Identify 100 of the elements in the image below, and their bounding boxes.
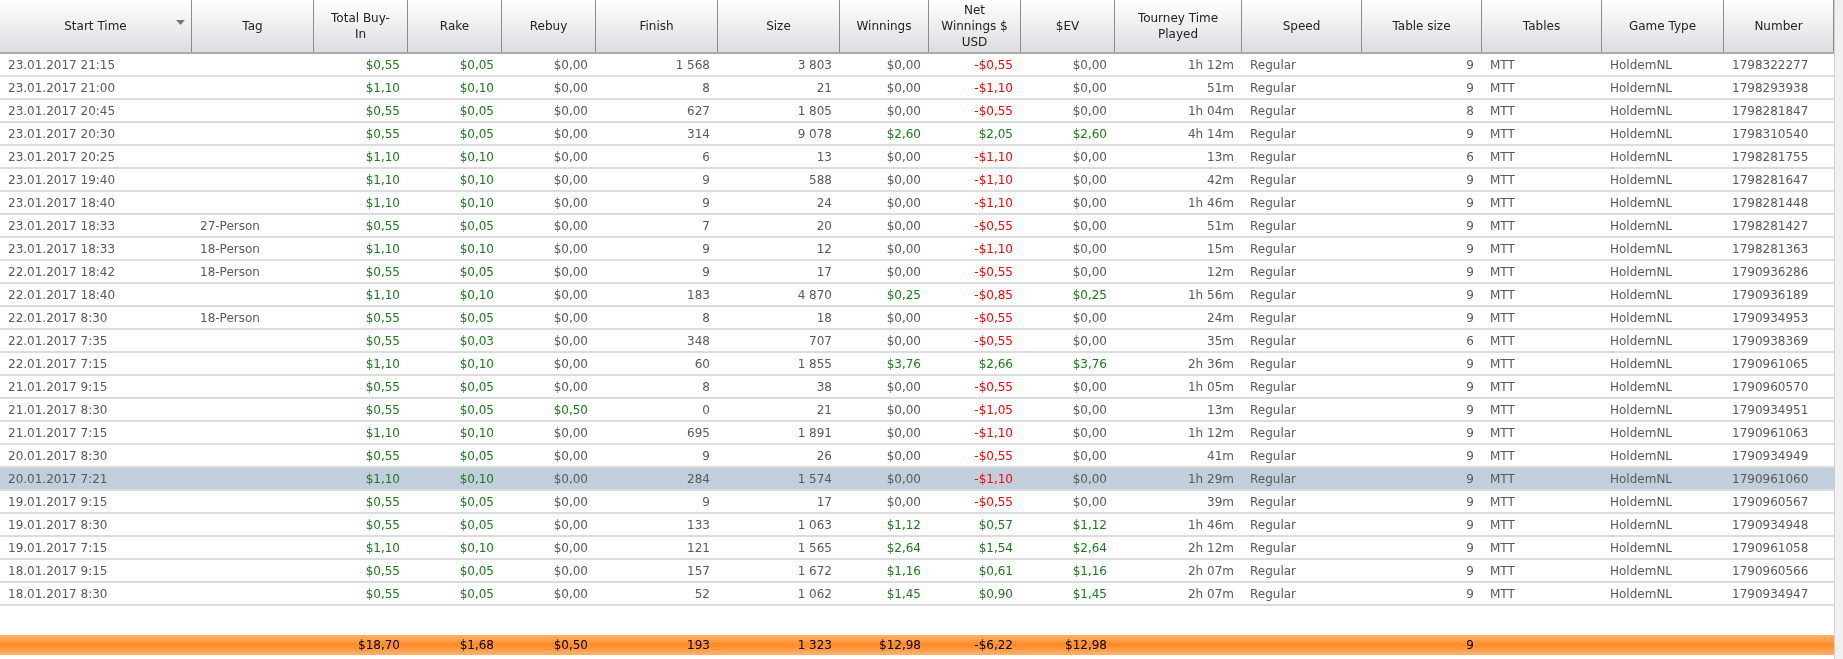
table-cell-text: HoldemNL [1610, 148, 1673, 166]
table-cell-text: $0,05 [459, 263, 494, 281]
table-cell-text: 1790961058 [1732, 539, 1809, 557]
total-value: -$6,22 [974, 637, 1013, 654]
table-cell-text: $0,57 [978, 516, 1013, 534]
table-cell-text: 22.01.2017 18:42 [8, 263, 116, 281]
table-cell-text: $0,00 [886, 470, 921, 488]
column-header[interactable]: Tag [192, 0, 314, 52]
table-cell-text: 1790936189 [1732, 286, 1809, 304]
table-cell-text: 1h 29m [1188, 470, 1234, 488]
column-header[interactable]: Start Time [0, 0, 192, 52]
table-cell-text: 9 [1466, 447, 1474, 465]
table-cell-text: $3,76 [886, 355, 921, 373]
table-cell-text: HoldemNL [1610, 401, 1673, 419]
column-header[interactable]: Net Winnings $ USD [929, 0, 1021, 52]
table-cell-text: 1790934947 [1732, 585, 1809, 603]
table-cell-text: 18.01.2017 9:15 [8, 562, 108, 580]
column-header[interactable]: Game Type [1602, 0, 1724, 52]
table-cell-text: HoldemNL [1610, 355, 1673, 373]
table-cell-text: $1,10 [365, 286, 400, 304]
table-cell-text: 24m [1207, 309, 1234, 327]
table-cell-text: 1 062 [797, 585, 832, 603]
table-cell-text: 9 [1466, 539, 1474, 557]
table-cell-text: MTT [1490, 562, 1515, 580]
table-cell-text: $1,10 [365, 355, 400, 373]
table-cell-text: 1790960566 [1732, 562, 1809, 580]
table-cell-text: MTT [1490, 79, 1515, 97]
table-cell-text: 9 [1466, 516, 1474, 534]
table-cell-text: 23.01.2017 21:15 [8, 56, 116, 74]
column-header[interactable]: Table size [1362, 0, 1482, 52]
table-cell-text: $0,25 [886, 286, 921, 304]
table-cell-text: $0,05 [459, 447, 494, 465]
table-cell-text: $1,10 [365, 79, 400, 97]
table-cell-text: $1,45 [1072, 585, 1107, 603]
table-cell-text: 2h 07m [1188, 585, 1234, 603]
table-cell-text: 1 574 [797, 470, 832, 488]
column-header[interactable]: Rebuy [502, 0, 596, 52]
table-cell-text: 183 [687, 286, 710, 304]
column-header[interactable]: Tourney Time Played [1115, 0, 1242, 52]
table-cell-text: $0,55 [365, 309, 400, 327]
table-cell-text: 1790961060 [1732, 470, 1809, 488]
column-header[interactable]: Rake [408, 0, 502, 52]
table-cell-text: $0,00 [886, 148, 921, 166]
column-header[interactable]: Total Buy-In [314, 0, 408, 52]
column-header[interactable]: Speed [1242, 0, 1362, 52]
column-header[interactable]: $EV [1021, 0, 1115, 52]
table-cell-text: 157 [687, 562, 710, 580]
table-cell-text: $0,00 [553, 539, 588, 557]
table-cell-text: $0,00 [553, 217, 588, 235]
total-value: $18,70 [358, 637, 400, 654]
table-cell-text: $0,10 [459, 240, 494, 258]
table-cell-text: HoldemNL [1610, 447, 1673, 465]
table-cell-text: 9 [1466, 355, 1474, 373]
table-cell-text: $0,00 [1072, 309, 1107, 327]
table-cell-text: 1798281647 [1732, 171, 1809, 189]
table-cell-text: HoldemNL [1610, 470, 1673, 488]
table-cell-text: $0,55 [365, 56, 400, 74]
table-cell-text: $0,10 [459, 194, 494, 212]
table-cell-text: 1h 05m [1188, 378, 1234, 396]
table-cell-text: $0,00 [886, 217, 921, 235]
table-cell-text: 1h 46m [1188, 516, 1234, 534]
table-cell-text: 23.01.2017 20:25 [8, 148, 116, 166]
table-cell-text: $0,00 [553, 332, 588, 350]
table-cell-text: Regular [1250, 539, 1297, 557]
column-header[interactable]: Winnings [840, 0, 929, 52]
table-cell-text: $3,76 [1072, 355, 1107, 373]
table-cell-text: 9 [1466, 286, 1474, 304]
table-cell-text: MTT [1490, 171, 1515, 189]
table-cell-text: Regular [1250, 148, 1297, 166]
table-cell-text: 1h 46m [1188, 194, 1234, 212]
vertical-scrollbar[interactable] [1834, 0, 1843, 659]
table-cell-text: $0,00 [886, 194, 921, 212]
table-cell-text: -$0,85 [974, 286, 1013, 304]
table-cell-text: -$0,55 [974, 217, 1013, 235]
table-cell-text: $0,05 [459, 102, 494, 120]
column-header[interactable]: Tables [1482, 0, 1602, 52]
table-cell-text: 23.01.2017 18:40 [8, 194, 116, 212]
table-cell-text: $1,16 [886, 562, 921, 580]
table-cell-text: 1798322277 [1732, 56, 1809, 74]
table-cell-text: 9 [1466, 424, 1474, 442]
table-cell-text: 1790960570 [1732, 378, 1809, 396]
table-cell-text: 2h 07m [1188, 562, 1234, 580]
table-cell-text: $0,55 [365, 562, 400, 580]
table-cell-text: MTT [1490, 102, 1515, 120]
table-row[interactable]: 20.01.2017 7:21 $1,10 $0,10 $0,00 284 1 574 $0,00 -$1,10 $0,00 1h 29m Regular 9 MTT HoldemNL 1790961060 [0, 468, 1834, 491]
table-cell-text: -$0,55 [974, 332, 1013, 350]
table-cell-text: 22.01.2017 8:30 [8, 309, 108, 327]
column-header[interactable]: Finish [596, 0, 718, 52]
table-cell-text: Regular [1250, 263, 1297, 281]
table-cell-text: 9 [702, 263, 710, 281]
table-cell-text: 2h 12m [1188, 539, 1234, 557]
table-cell-text: 18-Person [200, 309, 260, 327]
table-cell-text: 9 [1466, 585, 1474, 603]
table-cell-text: MTT [1490, 217, 1515, 235]
table-cell-text: $0,00 [1072, 424, 1107, 442]
column-header[interactable]: Size [718, 0, 840, 52]
table-cell-text: HoldemNL [1610, 56, 1673, 74]
table-cell-text: MTT [1490, 56, 1515, 74]
table-cell-text: HoldemNL [1610, 217, 1673, 235]
table-cell-text: $0,05 [459, 401, 494, 419]
